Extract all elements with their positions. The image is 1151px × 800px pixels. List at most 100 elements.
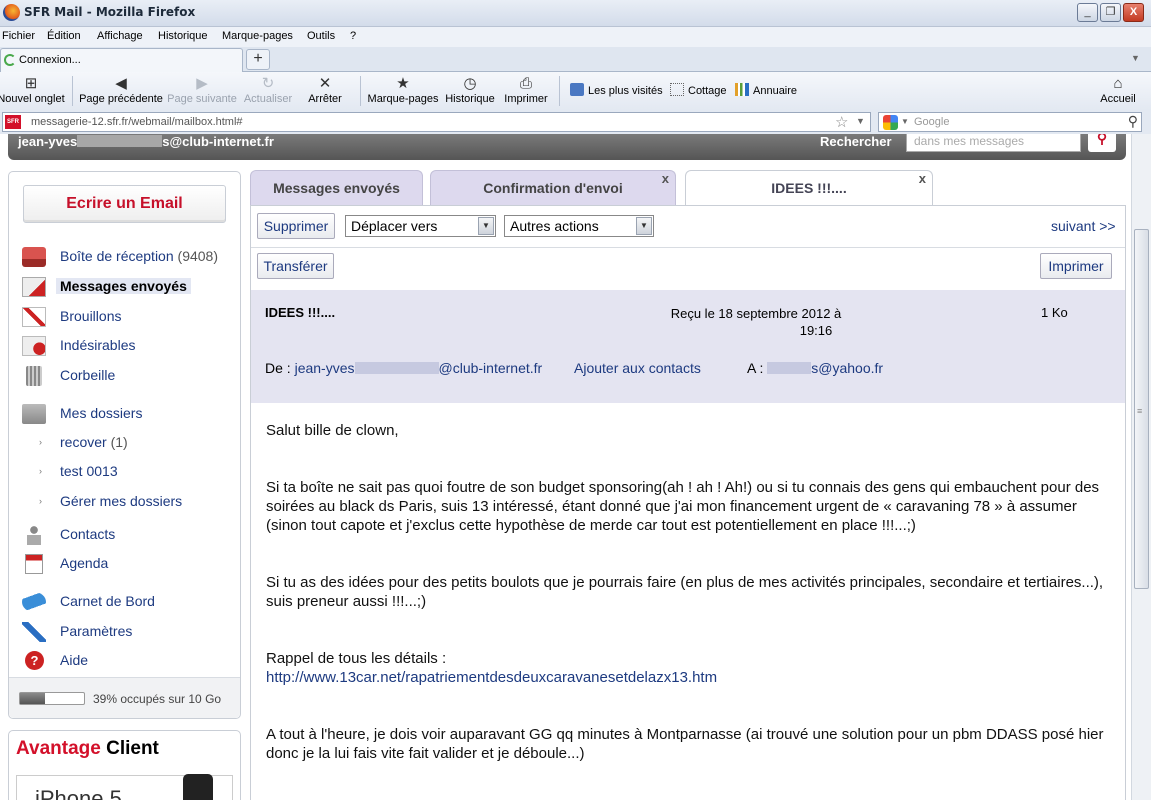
sidebar-item-agenda[interactable]: Agenda xyxy=(22,553,232,575)
sidebar-item-recover[interactable]: › recover (1) xyxy=(22,432,232,454)
mail-search-input[interactable]: dans mes messages xyxy=(906,134,1081,152)
new-tab-label: Nouvel onglet xyxy=(0,93,65,105)
tab-send-confirmation[interactable]: Confirmation d'envoi x xyxy=(430,170,676,205)
forward-label: Page suivante xyxy=(167,93,237,105)
engine-dropdown-icon[interactable]: ▼ xyxy=(901,117,909,126)
move-to-select[interactable]: Déplacer vers ▼ xyxy=(345,215,496,237)
add-to-contacts-link[interactable]: Ajouter aux contacts xyxy=(574,360,701,376)
sidebar-item-logbook[interactable]: Carnet de Bord xyxy=(22,591,232,613)
menu-marque-pages[interactable]: Marque-pages xyxy=(222,30,293,42)
grip-icon: ≡ xyxy=(1137,406,1143,416)
sidebar-item-spam[interactable]: Indésirables xyxy=(22,335,232,357)
body-link[interactable]: http://www.13car.net/rapatriementdesdeux… xyxy=(266,669,717,686)
sidebar-item-trash[interactable]: Corbeille xyxy=(22,365,232,387)
menu-edition[interactable]: Édition xyxy=(47,30,81,42)
history-button[interactable]: ◷ Historique xyxy=(443,75,497,105)
minimize-button[interactable]: _ xyxy=(1077,3,1098,22)
other-actions-select[interactable]: Autres actions ▼ xyxy=(504,215,654,237)
reload-icon: ↻ xyxy=(261,75,275,92)
new-tab-button[interactable]: + xyxy=(246,49,270,70)
back-arrow-icon: ◀ xyxy=(115,75,127,92)
write-email-button[interactable]: Ecrire un Email xyxy=(23,185,226,223)
bookmarks-button[interactable]: ★ Marque-pages xyxy=(366,75,440,105)
menu-affichage[interactable]: Affichage xyxy=(97,30,143,42)
advantage-ad[interactable]: Avantage Client iPhone 5 xyxy=(8,730,241,800)
sidebar-item-my-folders[interactable]: Mes dossiers xyxy=(22,403,232,425)
page-content: jean-yves s@club-internet.fr Rechercher d… xyxy=(0,134,1131,800)
message-size: 1 Ko xyxy=(1041,305,1068,320)
bullet-icon: › xyxy=(39,437,42,447)
page-scrollbar[interactable]: ≡ xyxy=(1131,134,1151,800)
tab-sent-messages[interactable]: Messages envoyés xyxy=(250,170,423,205)
url-dropdown-icon[interactable]: ▼ xyxy=(856,116,865,126)
menu-historique[interactable]: Historique xyxy=(158,30,208,42)
maximize-button[interactable]: ❐ xyxy=(1100,3,1121,22)
body-paragraph: Rappel de tous les détails : http://www.1… xyxy=(266,649,1116,687)
body-paragraph: A tout à l'heure, je dois voir auparavan… xyxy=(266,726,1104,762)
user-email-prefix: jean-yves xyxy=(18,134,78,149)
url-bar[interactable]: SFR messagerie-12.sfr.fr/webmail/mailbox… xyxy=(2,112,871,132)
sidebar-item-help[interactable]: ? Aide xyxy=(22,650,232,672)
reload-button[interactable]: ↻ Actualiser xyxy=(242,75,294,105)
sidebar-item-contacts[interactable]: Contacts xyxy=(22,524,232,546)
forward-button[interactable]: ▶ Page suivante xyxy=(166,75,238,105)
quota-bar xyxy=(19,692,85,705)
message-to[interactable]: A : s@yahoo.fr xyxy=(747,360,883,376)
ad-image: iPhone 5 xyxy=(16,774,233,800)
message-from[interactable]: De : jean-yves @club-internet.fr xyxy=(265,360,542,376)
sidebar-item-manage-folders[interactable]: › Gérer mes dossiers xyxy=(22,491,232,513)
bookmark-cottage-label: Cottage xyxy=(688,85,727,97)
sidebar-item-test0013[interactable]: › test 0013 xyxy=(22,461,232,483)
search-icon[interactable]: ⚲ xyxy=(1128,113,1138,130)
bookmark-most-visited[interactable]: Les plus visités xyxy=(570,83,663,97)
menu-fichier[interactable]: Fichier xyxy=(2,30,35,42)
window-titlebar: SFR Mail - Mozilla Firefox _ ❐ X xyxy=(0,0,1151,27)
forward-mail-button[interactable]: Transférer xyxy=(257,253,334,279)
loading-icon xyxy=(4,54,16,66)
delete-button[interactable]: Supprimer xyxy=(257,213,335,239)
inbox-icon xyxy=(22,247,46,267)
sidebar-item-settings[interactable]: Paramètres xyxy=(22,621,232,643)
home-button[interactable]: ⌂ Accueil xyxy=(1095,75,1141,105)
url-text[interactable]: messagerie-12.sfr.fr/webmail/mailbox.htm… xyxy=(31,116,243,128)
print-mail-button[interactable]: Imprimer xyxy=(1040,253,1112,279)
wrench-icon xyxy=(22,622,46,642)
storage-quota: 39% occupés sur 10 Go xyxy=(9,677,240,718)
redacted-block xyxy=(767,362,812,374)
print-button[interactable]: ⎙ Imprimer xyxy=(502,75,550,105)
sidebar-item-sent[interactable]: Messages envoyés xyxy=(22,276,232,298)
bullet-icon: › xyxy=(39,496,42,506)
sidebar-item-label: Boîte de réception (9408) xyxy=(60,248,218,264)
close-tab-icon[interactable]: x xyxy=(919,162,926,196)
browser-tab[interactable]: Connexion... xyxy=(0,48,243,72)
menu-help[interactable]: ? xyxy=(350,30,356,42)
logbook-icon xyxy=(22,592,46,612)
search-go-icon[interactable]: ⚲ xyxy=(1088,134,1116,152)
received-time: 19:16 xyxy=(799,323,833,338)
new-tab-icon: ⊞ xyxy=(24,75,38,92)
sidebar-item-drafts[interactable]: Brouillons xyxy=(22,306,232,328)
stop-button[interactable]: ✕ Arrêter xyxy=(302,75,348,105)
menu-outils[interactable]: Outils xyxy=(307,30,335,42)
tab-label: Messages envoyés xyxy=(273,180,400,196)
bookmark-annuaire[interactable]: Annuaire xyxy=(735,83,797,97)
drafts-icon xyxy=(22,307,46,327)
tab-list-icon[interactable]: ▼ xyxy=(1131,53,1140,63)
toolbar-separator xyxy=(559,76,560,106)
tab-idees[interactable]: IDEES !!!.... x xyxy=(685,170,933,205)
close-button[interactable]: X xyxy=(1123,3,1144,22)
bookmark-star-icon[interactable]: ☆ xyxy=(835,113,848,131)
bookmark-cottage[interactable]: Cottage xyxy=(670,83,727,97)
to-label: A : xyxy=(747,360,764,376)
next-link[interactable]: suivant >> xyxy=(1051,218,1116,234)
search-placeholder: Google xyxy=(914,116,950,128)
browser-search-box[interactable]: ▼ Google ⚲ xyxy=(878,112,1142,132)
close-tab-icon[interactable]: x xyxy=(662,162,669,196)
sidebar-item-label: recover (1) xyxy=(60,434,128,450)
sidebar-item-inbox[interactable]: Boîte de réception (9408) xyxy=(22,246,232,268)
bullet-icon: › xyxy=(39,466,42,476)
tab-label: IDEES !!!.... xyxy=(771,180,847,196)
new-tab-toolbar-button[interactable]: ⊞ Nouvel onglet xyxy=(0,75,65,105)
google-icon[interactable] xyxy=(883,115,898,130)
back-button[interactable]: ◀ Page précédente xyxy=(78,75,164,105)
